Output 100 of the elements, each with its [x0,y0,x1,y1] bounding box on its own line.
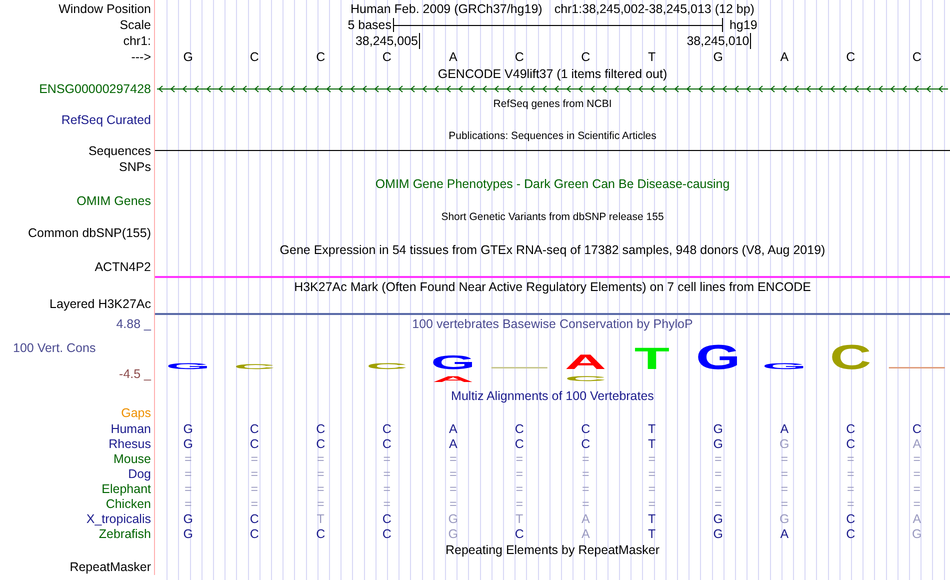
track-label[interactable]: Mouse [113,452,151,466]
alignment-base: = [580,451,590,466]
track-label[interactable]: Elephant [102,482,151,496]
alignment-base: = [780,451,790,466]
alignment-base: G [182,526,194,541]
alignment-base: A [912,511,922,526]
alignment-base: C [845,436,856,451]
alignment-base: = [514,451,524,466]
track-label[interactable]: Sequences [88,144,151,158]
alignment-base: T [647,421,657,436]
track-title[interactable]: Multiz Alignments of 100 Vertebrates [451,388,654,402]
scale-text: 5 bases [348,18,392,32]
assembly-title: Human Feb. 2009 (GRCh37/hg19) [350,2,542,16]
alignment-base: = [713,466,723,481]
alignment-base: = [382,451,392,466]
alignment-base: C [381,526,392,541]
alignment-base: C [381,421,392,436]
logo-letter: G [696,338,740,378]
logo-letter: A [432,374,474,384]
track-label[interactable]: chr1: [123,34,151,48]
track-title[interactable]: Short Genetic Variants from dbSNP release 155 [441,210,664,222]
track-label[interactable]: Human [110,422,151,436]
logo-letter: G [430,352,476,374]
alignment-base: = [382,466,392,481]
alignment-base: C [845,511,856,526]
track-title[interactable]: GENCODE V49lift37 (1 items filtered out) [438,66,668,80]
track-label[interactable]: ---> [131,50,151,64]
track-label[interactable]: Zebrafish [98,526,151,540]
base-letter: G [712,49,724,65]
track-title[interactable]: H3K27Ac Mark (Often Found Near Active Regulatory Elements) on 7 cell lines from ENCODE [294,280,811,294]
alignment-base: = [250,496,260,511]
alignment-base: T [647,526,657,541]
axis-max-label: 4.88 _ [115,317,151,332]
coordinate-label: 38,245,005 [355,33,420,49]
alignment-base: = [183,481,193,496]
alignment-base: A [912,436,922,451]
alignment-base: C [315,526,326,541]
alignment-base: = [250,466,260,481]
base-letter: C [514,49,525,65]
logo-letter: T [634,341,670,376]
alignment-base: C [315,436,326,451]
track-title[interactable]: RefSeq genes from NCBI [493,98,612,110]
alignment-base: C [514,436,525,451]
track-label[interactable]: X_tropicalis [86,512,151,526]
alignment-base: = [780,481,790,496]
alignment-base: = [846,496,856,511]
track-label[interactable]: 100 Vert. Cons [0,341,151,356]
track-label[interactable]: Scale [120,18,151,32]
alignment-base: G [182,511,194,526]
alignment-base: A [580,526,591,541]
alignment-base: = [514,496,524,511]
logo-letter: G [762,362,807,371]
track-label[interactable]: Common dbSNP(155) [28,226,151,240]
alignment-base: = [780,466,790,481]
alignment-base: A [779,526,790,541]
alignment-base: = [580,496,590,511]
alignment-base: = [647,451,657,466]
track-title[interactable]: Publications: Sequences in Scientific Articles [448,130,656,142]
alignment-base: G [182,421,194,436]
alignment-base: = [647,496,657,511]
alignment-base: = [713,451,723,466]
axis-min-label: -4.5 _ [118,367,151,382]
base-letter: C [315,49,326,65]
track-label[interactable]: ENSG00000297428 [39,82,151,96]
alignment-base: G [712,421,724,436]
alignment-base: = [316,496,326,511]
alignment-base: A [580,511,591,526]
alignment-base: C [911,421,922,436]
track-label[interactable]: Dog [128,466,151,480]
track-label[interactable]: Rhesus [108,436,151,450]
alignment-base: G [712,436,724,451]
logo-letter: C [366,362,408,371]
track-label[interactable]: Layered H3K27Ac [50,296,151,310]
track-title[interactable]: OMIM Gene Phenotypes - Dark Green Can Be Disease-causing [375,176,730,190]
alignment-base: = [448,496,458,511]
alignment-base: = [183,466,193,481]
logo-letter: G [166,362,210,371]
alignment-base: = [514,466,524,481]
alignment-base: C [248,436,260,451]
alignment-base: = [448,466,458,481]
alignment-base: C [580,436,592,451]
track-label[interactable]: RefSeq Curated [61,112,151,126]
alignment-base: G [712,526,724,541]
alignment-base: C [845,421,856,436]
alignment-base: = [647,481,657,496]
alignment-base: G [447,511,459,526]
alignment-base: C [248,526,260,541]
track-title[interactable]: 100 vertebrates Basewise Conservation by PhyloP [155,315,950,332]
track-label[interactable]: ACTN4P2 [94,260,151,274]
logo-letter: C [830,338,872,378]
alignment-base: T [647,511,657,526]
alignment-base: = [647,466,657,481]
track-label[interactable]: SNPs [119,160,151,174]
base-letter: C [580,49,592,65]
track-label[interactable]: OMIM Genes [76,194,151,208]
track-label[interactable]: Window Position [58,2,151,16]
track-label[interactable]: Chicken [106,496,151,510]
track-title[interactable]: Gene Expression in 54 tissues from GTEx RNA-seq of 17382 samples, 948 donors (V8, Aug 2019) [280,242,826,256]
track-label[interactable]: RepeatMasker [70,560,151,574]
track-title[interactable]: Repeating Elements by RepeatMasker [445,542,660,556]
